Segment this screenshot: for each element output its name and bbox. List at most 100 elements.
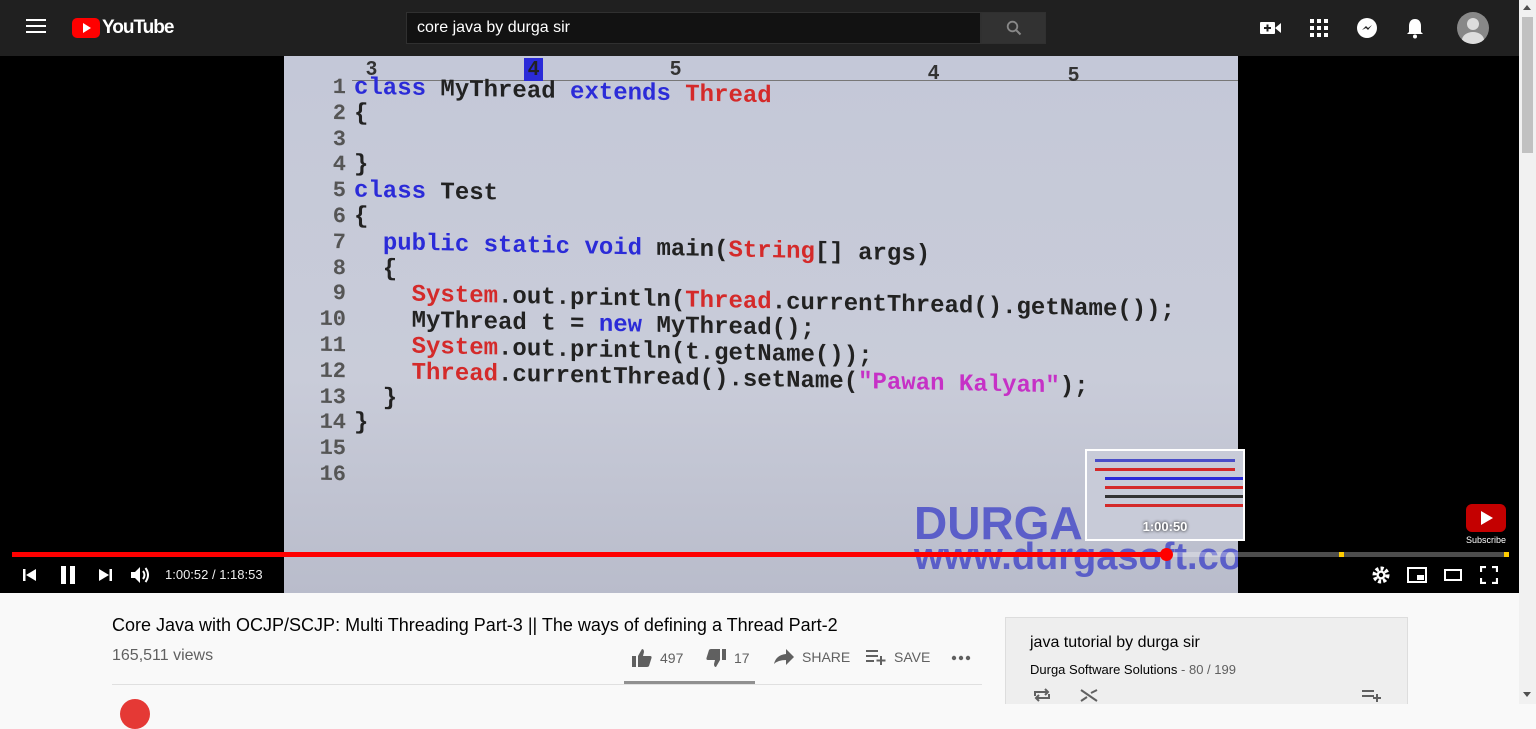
playlist-title[interactable]: java tutorial by durga sir: [1030, 634, 1200, 652]
next-icon: [99, 569, 112, 581]
miniplayer-icon: [1407, 567, 1427, 583]
pause-button[interactable]: [56, 564, 80, 586]
line-number: 7: [332, 229, 346, 256]
apps-grid-icon[interactable]: [1307, 16, 1331, 40]
theater-mode-button[interactable]: [1442, 564, 1464, 586]
video-title: Core Java with OCJP/SCJP: Multi Threadin…: [112, 615, 838, 635]
thumbs-up-icon: [632, 649, 652, 667]
more-actions-button[interactable]: [951, 655, 979, 661]
dislike-button[interactable]: 17: [706, 649, 750, 667]
line-number: 2: [332, 100, 346, 127]
playlist-position: - 80 / 199: [1181, 662, 1236, 677]
previous-button[interactable]: [20, 564, 40, 586]
code-token: }: [354, 151, 369, 180]
progress-bar[interactable]: [12, 548, 1509, 561]
volume-button[interactable]: [130, 564, 152, 586]
code-token: String: [728, 237, 815, 266]
code-token: main(: [656, 235, 729, 265]
progress-played: [12, 552, 1167, 557]
loop-icon[interactable]: [1032, 688, 1052, 707]
next-button[interactable]: [95, 564, 115, 586]
save-playlist-add-icon: [866, 650, 886, 665]
thumbs-down-icon: [706, 649, 726, 667]
menu-icon[interactable]: [24, 16, 48, 40]
line-number: 8: [332, 255, 346, 281]
search-icon: [1006, 20, 1021, 36]
previous-icon: [23, 569, 36, 581]
messages-icon[interactable]: [1355, 16, 1379, 40]
settings-button[interactable]: [1370, 564, 1392, 586]
scrub-preview-time: 1:00:50: [1142, 519, 1188, 534]
search-button[interactable]: [981, 12, 1046, 44]
line-number: 14: [319, 410, 346, 436]
scroll-down-arrow[interactable]: [1523, 692, 1531, 697]
scrollbar-thumb[interactable]: [1522, 17, 1533, 153]
code-token: Test: [440, 179, 499, 208]
subscribe-watermark[interactable]: Subscribe: [1466, 504, 1506, 545]
line-number: 3: [332, 126, 346, 152]
line-number: 6: [332, 204, 346, 230]
line-number: 11: [319, 332, 346, 359]
create-video-icon[interactable]: [1259, 16, 1283, 40]
scroll-up-arrow[interactable]: [1523, 5, 1531, 10]
video-player[interactable]: 3 4 5 4 5 1 class MyThread extends Thread…: [0, 56, 1519, 593]
line-number: 5: [332, 178, 346, 204]
code-token: Thread: [685, 287, 772, 317]
line-number: 9: [332, 281, 346, 307]
code-token: );: [1059, 373, 1089, 401]
miniplayer-button[interactable]: [1406, 564, 1428, 586]
like-button[interactable]: 497: [632, 649, 683, 667]
code-token: Thread: [685, 81, 772, 111]
settings-gear-icon: [1372, 566, 1390, 584]
code-token: {: [354, 203, 369, 231]
more-horizontal-icon: [951, 655, 971, 661]
line-number: 15: [319, 435, 346, 462]
playlist-subtitle: Durga Software Solutions - 80 / 199: [1030, 662, 1236, 677]
line-number: 13: [319, 384, 346, 410]
code-token: class: [354, 74, 441, 104]
page-scrollbar[interactable]: [1519, 0, 1536, 704]
subscribe-play-icon: [1466, 504, 1506, 532]
view-count: 165,511 views: [112, 647, 214, 664]
search-input[interactable]: core java by durga sir: [406, 12, 981, 44]
account-avatar[interactable]: [1457, 12, 1489, 44]
line-number: 16: [319, 461, 346, 488]
share-button[interactable]: SHARE: [774, 649, 850, 665]
code-token: }: [354, 409, 369, 438]
code-token: MyThread: [440, 76, 571, 106]
time-display: 1:00:52 / 1:18:53: [165, 567, 263, 582]
code-token: [] args): [814, 238, 931, 269]
fullscreen-icon: [1480, 566, 1498, 584]
playlist-channel[interactable]: Durga Software Solutions: [1030, 662, 1177, 677]
line-number: 12: [319, 358, 346, 385]
youtube-play-icon: [72, 18, 100, 38]
code-token: }: [354, 384, 398, 412]
playlist-menu-icon[interactable]: [1362, 688, 1382, 707]
volume-icon: [131, 567, 149, 583]
chapter-marker: [1339, 552, 1345, 557]
ruler-mark: 5: [1068, 64, 1080, 86]
code-token: class: [354, 177, 441, 207]
fullscreen-button[interactable]: [1478, 564, 1500, 586]
code-token: System: [411, 333, 499, 363]
dislike-count: 17: [734, 650, 750, 666]
pause-icon: [61, 566, 75, 584]
ruler-mark: 4: [928, 62, 940, 84]
shuffle-icon[interactable]: [1080, 688, 1100, 707]
code-token: new: [598, 311, 657, 340]
youtube-logo[interactable]: YouTube: [72, 17, 174, 39]
code-token: Thread: [411, 359, 499, 389]
like-count: 497: [660, 650, 684, 666]
chapter-marker: [1503, 552, 1509, 557]
notifications-bell-icon[interactable]: [1403, 16, 1427, 40]
playlist-panel: java tutorial by durga sir Durga Softwar…: [1005, 617, 1408, 704]
code-listing: 1 class MyThread extends Thread 2 {3 4} 5 clas…: [284, 74, 1238, 507]
save-button[interactable]: SAVE: [866, 649, 930, 665]
share-arrow-icon: [774, 649, 794, 665]
subscribe-label: Subscribe: [1466, 535, 1507, 545]
code-token: {: [354, 255, 398, 283]
